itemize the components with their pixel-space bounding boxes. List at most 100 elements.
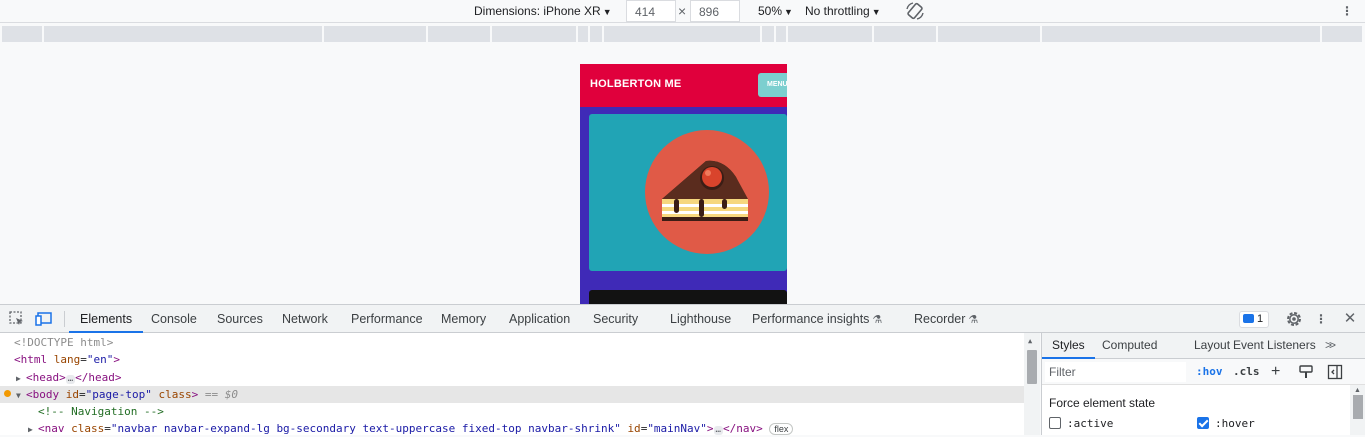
ruler-segment[interactable] bbox=[874, 26, 938, 42]
breakpoint-dot bbox=[4, 390, 11, 397]
ruler-segment[interactable] bbox=[428, 26, 492, 42]
ruler-segment[interactable] bbox=[604, 26, 762, 42]
ruler-segment[interactable] bbox=[938, 26, 1042, 42]
ruler-segment[interactable] bbox=[44, 26, 324, 42]
hero-card bbox=[589, 114, 787, 271]
ruler-segment[interactable] bbox=[1322, 26, 1364, 42]
site-brand[interactable]: HOLBERTON ME bbox=[590, 78, 681, 90]
dark-section-card bbox=[589, 290, 787, 304]
tab-application[interactable]: Application bbox=[509, 305, 570, 333]
nav-class-value: "navbar navbar-expand-lg bg-secondary te… bbox=[110, 422, 621, 435]
styles-scroll-thumb[interactable] bbox=[1353, 395, 1363, 419]
dom-nav-line[interactable]: ▶ <nav class="navbar navbar-expand-lg bg-… bbox=[0, 420, 1024, 437]
head-open-tag: <head> bbox=[26, 371, 66, 384]
menu-button[interactable]: MENU bbox=[758, 73, 787, 97]
nav-class-attr: class bbox=[71, 422, 105, 435]
force-element-state-title: Force element state bbox=[1049, 396, 1156, 410]
styles-filter-input[interactable] bbox=[1045, 362, 1186, 382]
rotate-icon[interactable] bbox=[905, 2, 925, 20]
ruler-segment[interactable] bbox=[590, 26, 604, 42]
inspect-element-icon[interactable] bbox=[8, 310, 26, 328]
tab-lighthouse[interactable]: Lighthouse bbox=[670, 305, 731, 333]
ruler-segment[interactable] bbox=[324, 26, 428, 42]
add-rule-icon[interactable]: + bbox=[1271, 359, 1280, 385]
zoom-label: 50% bbox=[758, 4, 783, 18]
dom-body-line-selected[interactable]: ▼ <body id="page-top" class> == $0 bbox=[0, 386, 1024, 403]
nav-id-attr: id bbox=[627, 422, 641, 435]
scroll-up-icon[interactable]: ▲ bbox=[1354, 387, 1361, 394]
tab-performance-insights-label: Performance insights bbox=[752, 312, 870, 326]
styles-filter-row: :hov .cls + bbox=[1042, 359, 1365, 385]
ruler-segment[interactable] bbox=[776, 26, 788, 42]
scroll-up-icon[interactable]: ▲ bbox=[1028, 337, 1032, 345]
state-active-row[interactable]: :active bbox=[1049, 417, 1113, 431]
tab-performance-insights[interactable]: Performance insights ⚗ bbox=[752, 305, 882, 333]
throttling-caret-icon: ▼ bbox=[871, 7, 881, 17]
tab-memory[interactable]: Memory bbox=[441, 305, 486, 333]
dom-head-line[interactable]: ▶ <head>… </head> bbox=[0, 369, 1024, 386]
device-toggle-icon[interactable] bbox=[35, 310, 53, 328]
devtools-more-icon[interactable]: ⋮ bbox=[1314, 305, 1328, 333]
tab-sources[interactable]: Sources bbox=[217, 305, 263, 333]
settings-gear-icon[interactable] bbox=[1285, 310, 1303, 328]
tab-elements[interactable]: Elements bbox=[69, 305, 144, 333]
sidebar-tab-bar: Styles Computed Layout Event Listeners >… bbox=[1042, 333, 1365, 359]
paint-brush-icon[interactable] bbox=[1299, 365, 1313, 379]
dom-comment-line[interactable]: <!-- Navigation --> bbox=[0, 403, 1024, 420]
dimension-separator: × bbox=[678, 3, 687, 19]
doctype-text: <!DOCTYPE html> bbox=[14, 336, 114, 349]
dom-html-line[interactable]: <html lang="en"> bbox=[0, 351, 1024, 368]
hover-state-label: :hover bbox=[1215, 417, 1255, 430]
class-toggle[interactable]: .cls bbox=[1233, 359, 1260, 385]
tab-recorder[interactable]: Recorder ⚗ bbox=[914, 305, 978, 333]
flex-badge[interactable]: flex bbox=[769, 423, 794, 435]
tab-console[interactable]: Console bbox=[151, 305, 197, 333]
issues-count: 1 bbox=[1257, 313, 1264, 325]
throttling-dropdown[interactable]: No throttling ▼ bbox=[805, 0, 881, 23]
expand-triangle-icon[interactable]: ▶ bbox=[16, 370, 26, 386]
zoom-caret-icon: ▼ bbox=[784, 7, 793, 17]
tab-network[interactable]: Network bbox=[282, 305, 328, 333]
tab-event-listeners[interactable]: Event Listeners bbox=[1233, 333, 1316, 359]
dom-scroll-thumb[interactable] bbox=[1027, 350, 1037, 384]
ruler-segment[interactable] bbox=[1042, 26, 1322, 42]
close-devtools-icon[interactable]: ✕ bbox=[1342, 305, 1358, 333]
dimensions-label: Dimensions: iPhone XR bbox=[474, 4, 601, 18]
ruler-segment[interactable] bbox=[492, 26, 578, 42]
collapsed-ellipsis[interactable]: … bbox=[65, 375, 76, 384]
nav-tag-name: nav bbox=[44, 422, 65, 435]
nav-close-tag: </nav> bbox=[722, 422, 763, 435]
sidebar-toggle-icon[interactable] bbox=[1327, 364, 1343, 380]
zoom-dropdown[interactable]: 50% ▼ bbox=[758, 0, 793, 23]
dom-scrollbar[interactable]: ▲ bbox=[1024, 333, 1040, 435]
hover-state-toggle[interactable]: :hov bbox=[1196, 359, 1223, 385]
ruler-segment[interactable] bbox=[762, 26, 776, 42]
tab-recorder-label: Recorder bbox=[914, 312, 966, 326]
dom-doctype-line[interactable]: <!DOCTYPE html> bbox=[0, 334, 1024, 351]
tab-security[interactable]: Security bbox=[593, 305, 638, 333]
styles-scrollbar[interactable]: ▲ bbox=[1350, 385, 1365, 435]
hover-state-checkbox[interactable] bbox=[1197, 417, 1209, 429]
tab-computed[interactable]: Computed bbox=[1102, 333, 1157, 359]
more-tabs-chevron-icon[interactable]: >> bbox=[1325, 333, 1336, 358]
tab-divider bbox=[64, 311, 65, 327]
state-hover-row[interactable]: :hover bbox=[1197, 417, 1255, 431]
tab-styles[interactable]: Styles bbox=[1042, 333, 1095, 359]
collapsed-ellipsis[interactable]: … bbox=[713, 426, 723, 435]
selected-node-marker: == $0 bbox=[204, 388, 238, 401]
tab-performance[interactable]: Performance bbox=[351, 305, 423, 333]
issues-counter[interactable]: 1 bbox=[1239, 311, 1269, 328]
ruler-segment[interactable] bbox=[2, 26, 44, 42]
body-class-attr: class bbox=[158, 388, 192, 401]
ruler-segment[interactable] bbox=[578, 26, 590, 42]
device-width-input[interactable]: 414 bbox=[626, 0, 676, 22]
more-options-icon[interactable]: ⋮ bbox=[1339, 0, 1355, 22]
ruler-segment[interactable] bbox=[788, 26, 874, 42]
active-state-checkbox[interactable] bbox=[1049, 417, 1061, 429]
device-dimensions-dropdown[interactable]: Dimensions: iPhone XR ▼ bbox=[474, 0, 612, 23]
device-height-input[interactable]: 896 bbox=[690, 0, 740, 22]
device-screen[interactable]: HOLBERTON ME MENU bbox=[580, 64, 787, 304]
tab-layout[interactable]: Layout bbox=[1194, 333, 1230, 359]
comment-text: <!-- Navigation --> bbox=[38, 405, 164, 418]
collapse-triangle-icon[interactable]: ▼ bbox=[16, 387, 26, 403]
